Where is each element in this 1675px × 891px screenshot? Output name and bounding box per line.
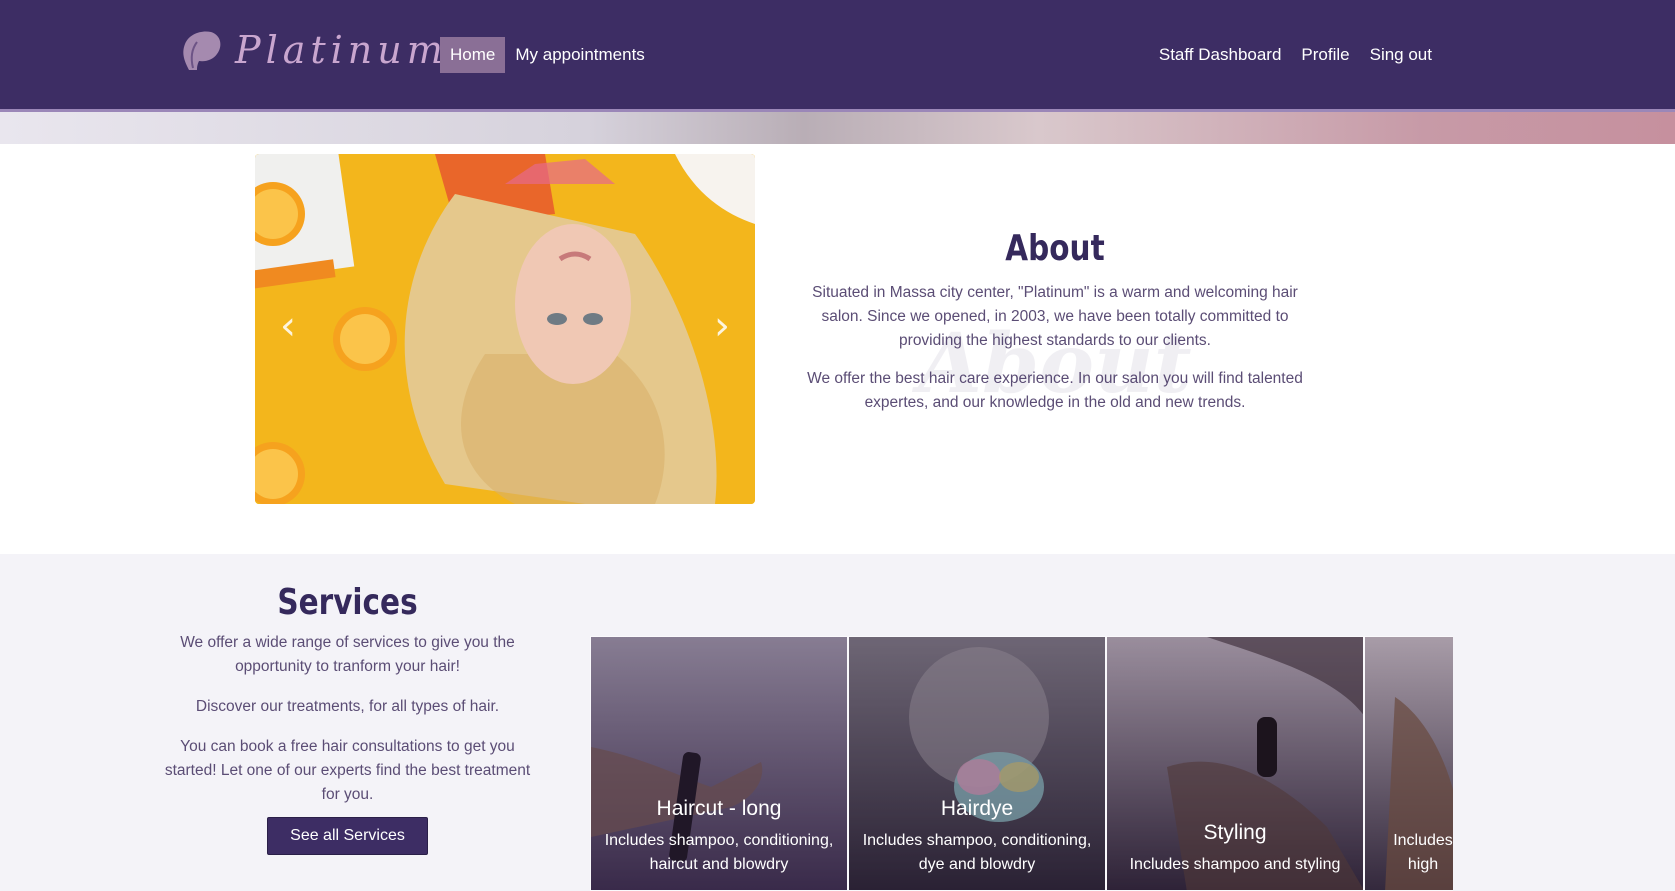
about-carousel[interactable]: ‹ › <box>255 154 755 504</box>
service-card-description: haircut and blowdry <box>649 856 789 873</box>
service-card-title: Styling <box>1203 821 1267 844</box>
service-card-description: Includes shampoo, conditioning, <box>862 832 1092 849</box>
about-title: About <box>1005 228 1105 269</box>
services-section: Services We offer a wide range of servic… <box>0 554 1675 891</box>
nav-profile[interactable]: Profile <box>1291 37 1359 73</box>
hero-banner-strip <box>0 112 1675 144</box>
service-card-description: Includes shampoo, conditioning, <box>604 832 834 849</box>
service-card-hairdye[interactable]: Hairdye Includes shampoo, conditioning, … <box>848 636 1106 891</box>
about-watermark: About <box>918 316 1192 412</box>
nav-sign-out[interactable]: Sing out <box>1360 37 1442 73</box>
services-cards: Haircut - long Includes shampoo, conditi… <box>590 636 1453 891</box>
services-paragraph: We offer a wide range of services to giv… <box>180 634 515 675</box>
service-card-title: Haircut - long <box>656 797 782 820</box>
service-card-description: dye and blowdry <box>918 856 1036 873</box>
nav-staff-dashboard[interactable]: Staff Dashboard <box>1149 37 1292 73</box>
nav-home[interactable]: Home <box>440 37 506 73</box>
services-paragraph: You can book a free hair consultations t… <box>164 738 531 803</box>
nav-left: Home My appointments <box>440 37 655 73</box>
carousel-prev-button[interactable]: ‹ <box>280 306 296 346</box>
brand-logo[interactable]: Platinum <box>175 26 448 74</box>
nav-my-appointments[interactable]: My appointments <box>505 37 654 73</box>
service-card-description: Includes <box>1393 832 1453 849</box>
service-card-description: high <box>1407 856 1439 873</box>
service-card-title: Hairdye <box>940 797 1014 820</box>
see-all-services-button[interactable]: See all Services <box>267 817 428 855</box>
woman-head-icon <box>183 31 221 70</box>
services-intro: Services We offer a wide range of servic… <box>160 582 535 855</box>
carousel-image <box>255 154 755 504</box>
service-card-description: Includes shampoo and styling <box>1129 856 1341 873</box>
service-card-styling[interactable]: Styling Includes shampoo and styling <box>1106 636 1364 891</box>
service-card-partial[interactable]: Includes high <box>1364 636 1453 891</box>
services-paragraph: Discover our treatments, for all types o… <box>195 698 500 715</box>
services-title: Services <box>277 582 418 623</box>
service-card-haircut[interactable]: Haircut - long Includes shampoo, conditi… <box>590 636 848 891</box>
navbar: Platinum Home My appointments Staff Dash… <box>0 0 1675 112</box>
nav-right: Staff Dashboard Profile Sing out <box>1149 37 1442 73</box>
brand-name: Platinum <box>235 28 448 72</box>
about-section: About About Situated in Massa city cente… <box>805 220 1305 429</box>
carousel-next-button[interactable]: › <box>714 306 730 346</box>
